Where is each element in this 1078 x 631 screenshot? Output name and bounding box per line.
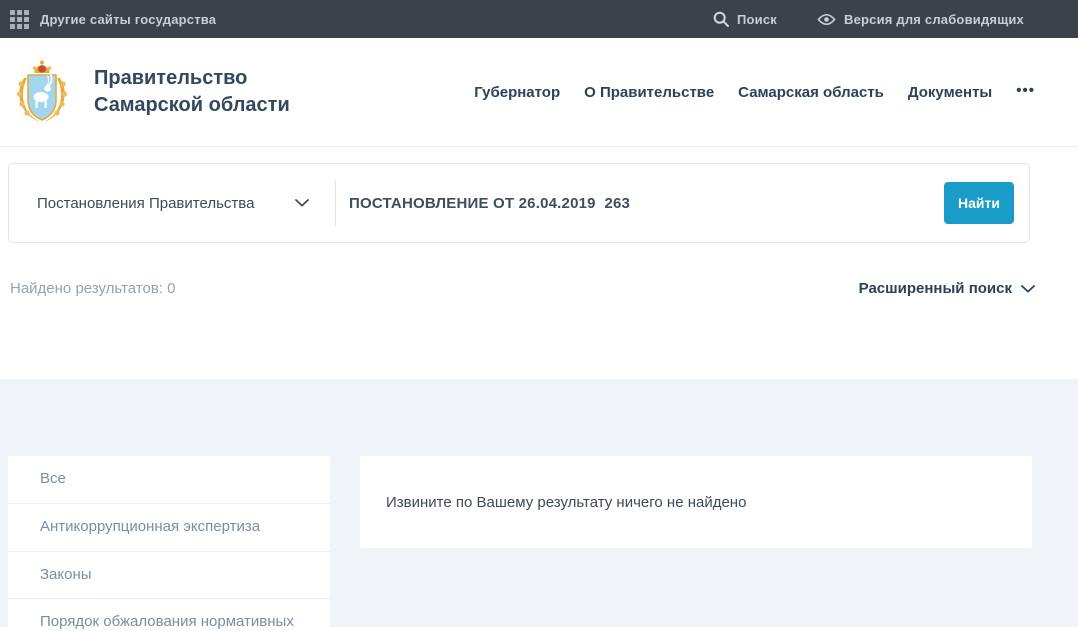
site-title: Правительство Самарской области (94, 65, 290, 118)
nav-more-button[interactable]: ••• (1016, 82, 1035, 99)
topbar: Другие сайты государства Поиск Версия дл… (0, 0, 1078, 38)
results-count: Найдено результатов: 0 (10, 280, 175, 297)
nav-item-samara-region[interactable]: Самарская область (738, 84, 884, 101)
eye-icon (817, 13, 836, 26)
topbar-search-button[interactable]: Поиск (713, 11, 777, 27)
category-sidebar: Все Антикоррупционная экспертиза Законы … (8, 456, 330, 631)
advanced-search-label: Расширенный поиск (859, 280, 1012, 297)
search-panel-divider (335, 180, 336, 226)
site-header: Правительство Самарской области Губернат… (0, 38, 1078, 147)
site-title-line2: Самарской области (94, 92, 290, 119)
search-section: Постановления Правительства Найти Найден… (0, 147, 1078, 379)
chevron-down-icon (295, 199, 309, 207)
search-query-input[interactable] (349, 195, 930, 212)
advanced-search-toggle[interactable]: Расширенный поиск (859, 280, 1035, 297)
topbar-right-group: Поиск Версия для слабовидящих (713, 11, 1024, 27)
search-icon (713, 11, 729, 27)
accessibility-version-label: Версия для слабовидящих (844, 12, 1024, 27)
content-area: Все Антикоррупционная экспертиза Законы … (0, 379, 1078, 627)
nav-item-documents[interactable]: Документы (908, 84, 992, 101)
site-logo-link[interactable]: Правительство Самарской области (10, 58, 290, 126)
results-row: Найдено результатов: 0 Расширенный поиск (10, 280, 1035, 297)
empty-results-message: Извините по Вашему результату ничего не … (386, 494, 746, 511)
sidebar-item-anticorruption-expertise[interactable]: Антикоррупционная экспертиза (8, 504, 330, 552)
sidebar-item-appeal-procedure[interactable]: Порядок обжалования нормативных правовых… (8, 599, 330, 631)
category-dropdown-value: Постановления Правительства (37, 195, 254, 212)
coat-of-arms-logo (10, 58, 74, 126)
results-card: Извините по Вашему результату ничего не … (360, 456, 1032, 548)
search-panel: Постановления Правительства Найти (8, 163, 1030, 243)
accessibility-version-button[interactable]: Версия для слабовидящих (817, 12, 1024, 27)
site-title-line1: Правительство (94, 65, 290, 92)
nav-item-governor[interactable]: Губернатор (474, 84, 560, 101)
find-button[interactable]: Найти (944, 182, 1014, 224)
main-nav: Губернатор О Правительстве Самарская обл… (474, 84, 1035, 101)
grid-icon (10, 10, 29, 29)
category-dropdown[interactable]: Постановления Правительства (37, 195, 309, 212)
sidebar-item-laws[interactable]: Законы (8, 552, 330, 600)
topbar-search-label: Поиск (737, 12, 777, 27)
nav-item-about-government[interactable]: О Правительстве (584, 84, 714, 101)
sidebar-item-all[interactable]: Все (8, 456, 330, 504)
other-sites-link[interactable]: Другие сайты государства (10, 10, 216, 29)
chevron-down-icon (1021, 285, 1035, 293)
other-sites-label: Другие сайты государства (40, 12, 216, 27)
